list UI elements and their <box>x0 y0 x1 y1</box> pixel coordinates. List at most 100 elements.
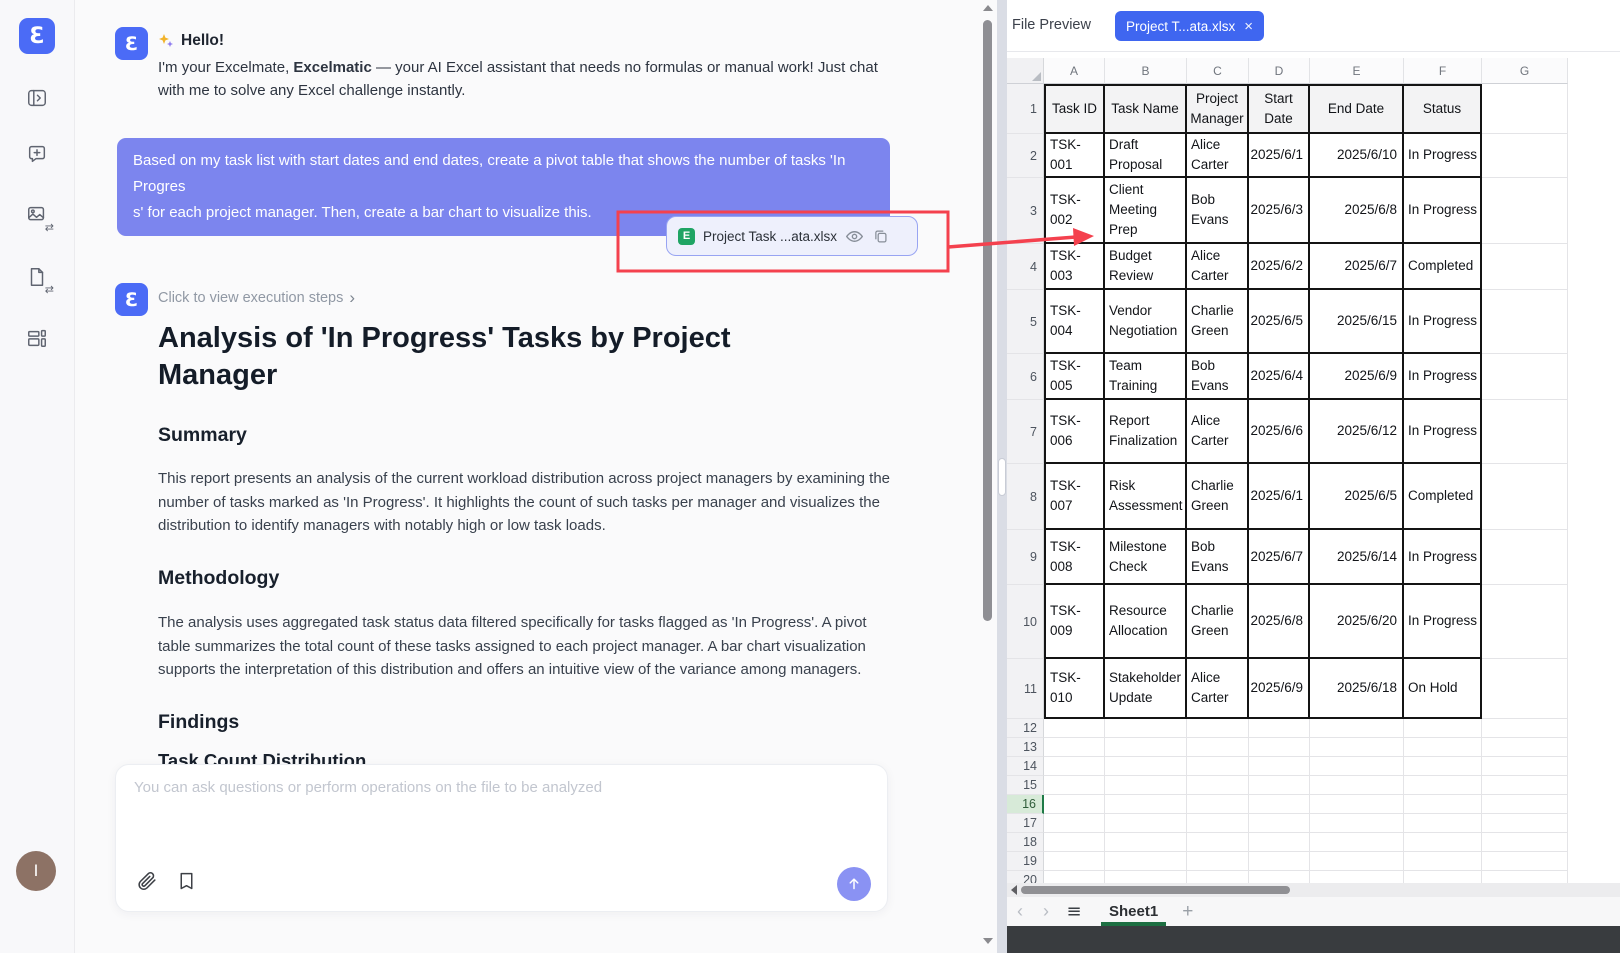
sheet-cell[interactable]: Charlie Green <box>1187 585 1249 659</box>
sheet-cell-empty[interactable] <box>1044 833 1105 852</box>
sheet-cell-empty[interactable] <box>1044 852 1105 871</box>
copy-icon[interactable] <box>872 228 889 245</box>
sheet-cell-empty[interactable] <box>1187 757 1249 776</box>
image-convert-icon[interactable]: ⇄ <box>26 204 50 228</box>
sheet-cell-empty[interactable] <box>1249 852 1310 871</box>
sheet-cell-empty[interactable] <box>1044 719 1105 738</box>
sheet-cell[interactable]: Bob Evans <box>1187 530 1249 585</box>
sheet-cell-header[interactable]: Task ID <box>1044 84 1105 134</box>
sheet-cell[interactable]: 2025/6/5 <box>1249 290 1310 354</box>
chat-input[interactable] <box>132 777 856 861</box>
column-header-A[interactable]: A <box>1044 58 1105 84</box>
excelmatic-logo-icon[interactable]: Ɛ <box>19 18 55 54</box>
sheet-cell[interactable]: In Progress <box>1404 530 1482 585</box>
sheet-cell-empty[interactable] <box>1249 814 1310 833</box>
sheet-cell-empty[interactable] <box>1187 776 1249 795</box>
sheet-cell-empty[interactable] <box>1249 719 1310 738</box>
sheet-cell-empty[interactable] <box>1105 795 1187 814</box>
row-header-18[interactable]: 18 <box>1007 833 1044 852</box>
sheet-cell-empty[interactable] <box>1044 738 1105 757</box>
sheet-tab-sheet1[interactable]: Sheet1 <box>1097 897 1170 926</box>
sheet-cell[interactable]: Bob Evans <box>1187 178 1249 244</box>
sheet-cell[interactable]: Completed <box>1404 244 1482 290</box>
sheet-cell[interactable]: Charlie Green <box>1187 290 1249 354</box>
sheet-cell[interactable]: 2025/6/1 <box>1249 464 1310 530</box>
row-header-17[interactable]: 17 <box>1007 814 1044 833</box>
row-header-6[interactable]: 6 <box>1007 354 1044 400</box>
sheet-cell-empty[interactable] <box>1404 833 1482 852</box>
sheet-cell[interactable]: TSK-010 <box>1044 659 1105 719</box>
sheet-cell[interactable]: Budget Review <box>1105 244 1187 290</box>
sheet-cell-empty[interactable] <box>1404 757 1482 776</box>
close-icon[interactable]: × <box>1244 19 1253 34</box>
sheet-cell-empty[interactable] <box>1310 719 1404 738</box>
new-chat-icon[interactable] <box>26 143 50 167</box>
row-header-1[interactable]: 1 <box>1007 84 1044 134</box>
sheet-cell-empty[interactable] <box>1310 833 1404 852</box>
sheet-cell-empty[interactable] <box>1105 871 1187 883</box>
row-header-20[interactable]: 20 <box>1007 871 1044 883</box>
sheet-cell-empty[interactable] <box>1482 776 1568 795</box>
row-header-2[interactable]: 2 <box>1007 134 1044 178</box>
sheet-cell[interactable]: Draft Proposal <box>1105 134 1187 178</box>
scroll-down-arrow[interactable] <box>983 938 993 944</box>
sheet-cell-header[interactable]: Status <box>1404 84 1482 134</box>
row-header-12[interactable]: 12 <box>1007 719 1044 738</box>
sheet-cell-empty[interactable] <box>1482 400 1568 464</box>
sheet-cell[interactable]: 2025/6/12 <box>1310 400 1404 464</box>
sheet-cell-empty[interactable] <box>1310 852 1404 871</box>
sheet-cell[interactable]: In Progress <box>1404 354 1482 400</box>
sheet-cell[interactable]: Vendor Negotiation <box>1105 290 1187 354</box>
sheet-cell[interactable]: Stakeholder Update <box>1105 659 1187 719</box>
sheet-cell[interactable]: In Progress <box>1404 585 1482 659</box>
sheet-cell[interactable]: TSK-002 <box>1044 178 1105 244</box>
sheet-cell[interactable]: 2025/6/20 <box>1310 585 1404 659</box>
sheet-cell[interactable]: Alice Carter <box>1187 134 1249 178</box>
sheet-cell-empty[interactable] <box>1482 814 1568 833</box>
sheet-cell[interactable]: Milestone Check <box>1105 530 1187 585</box>
sheet-cell-empty[interactable] <box>1404 738 1482 757</box>
sheet-cell-empty[interactable] <box>1482 871 1568 883</box>
sheet-cell-empty[interactable] <box>1187 719 1249 738</box>
sheet-cell[interactable]: TSK-003 <box>1044 244 1105 290</box>
column-header-F[interactable]: F <box>1404 58 1482 84</box>
sheet-cell-empty[interactable] <box>1187 795 1249 814</box>
sheet-cell-empty[interactable] <box>1482 290 1568 354</box>
sheet-hscrollbar-thumb[interactable] <box>1021 886 1290 894</box>
spreadsheet-grid[interactable]: ABCDEFG1Task IDTask NameProject ManagerS… <box>1007 58 1568 883</box>
sheet-cell-empty[interactable] <box>1187 852 1249 871</box>
sheet-cell-empty[interactable] <box>1044 757 1105 776</box>
sheet-cell-empty[interactable] <box>1482 84 1568 134</box>
sheet-cell-empty[interactable] <box>1482 738 1568 757</box>
sheet-cell[interactable]: 2025/6/5 <box>1310 464 1404 530</box>
attached-file-chip[interactable]: E Project Task ...ata.xlsx <box>666 216 918 256</box>
sheet-cell-empty[interactable] <box>1404 871 1482 883</box>
row-header-10[interactable]: 10 <box>1007 585 1044 659</box>
sheet-cell[interactable]: TSK-006 <box>1044 400 1105 464</box>
sheet-cell-empty[interactable] <box>1187 833 1249 852</box>
sheet-cell[interactable]: On Hold <box>1404 659 1482 719</box>
sheet-cell-empty[interactable] <box>1310 795 1404 814</box>
sheet-cell[interactable]: Completed <box>1404 464 1482 530</box>
sheet-cell[interactable]: In Progress <box>1404 134 1482 178</box>
sheet-cell-empty[interactable] <box>1310 776 1404 795</box>
sheet-cell[interactable]: Client Meeting Prep <box>1105 178 1187 244</box>
sheet-cell[interactable]: TSK-004 <box>1044 290 1105 354</box>
file-tab[interactable]: Project T...ata.xlsx × <box>1115 11 1264 41</box>
select-all-corner[interactable] <box>1007 58 1044 84</box>
row-header-19[interactable]: 19 <box>1007 852 1044 871</box>
scroll-up-arrow[interactable] <box>983 5 993 11</box>
sheet-cell-empty[interactable] <box>1482 464 1568 530</box>
sheet-cell[interactable]: 2025/6/4 <box>1249 354 1310 400</box>
sheet-cell[interactable]: Charlie Green <box>1187 464 1249 530</box>
sheet-cell[interactable]: 2025/6/8 <box>1249 585 1310 659</box>
sheet-cell-empty[interactable] <box>1404 852 1482 871</box>
sheet-cell-empty[interactable] <box>1482 178 1568 244</box>
sheet-cell-empty[interactable] <box>1482 659 1568 719</box>
sheet-cell[interactable]: Risk Assessment <box>1105 464 1187 530</box>
sheet-cell-empty[interactable] <box>1105 852 1187 871</box>
sheet-cell[interactable]: 2025/6/8 <box>1310 178 1404 244</box>
sheet-cell-header[interactable]: Project Manager <box>1187 84 1249 134</box>
sheet-cell[interactable]: 2025/6/9 <box>1310 354 1404 400</box>
sheet-cell[interactable]: 2025/6/10 <box>1310 134 1404 178</box>
